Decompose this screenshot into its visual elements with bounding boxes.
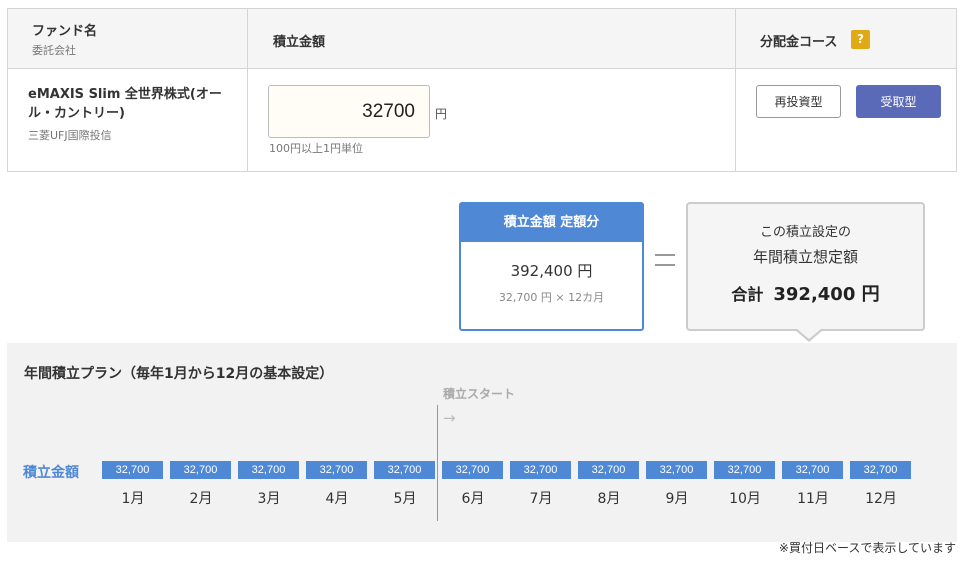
month-amount: 32,700 (306, 461, 367, 479)
receive-button[interactable]: 受取型 (856, 85, 941, 118)
amount-unit: 円 (435, 107, 448, 121)
total-label: 合計 (731, 285, 764, 304)
month-label: 6月 (461, 491, 485, 507)
month-label: 10月 (729, 491, 761, 507)
month-label: 12月 (865, 491, 897, 507)
month-amount: 32,700 (170, 461, 231, 479)
pointer-arrow-fill (797, 329, 821, 339)
month-amount: 32,700 (714, 461, 775, 479)
fixed-amount-value: 392,400 円 (510, 262, 593, 280)
month-item: 32,700 5月 (374, 461, 436, 508)
header-fund-name: ファンド名 (32, 24, 98, 39)
total-value: 392,400 円 (773, 284, 880, 305)
month-item: 32,700 10月 (714, 461, 776, 508)
month-label: 11月 (797, 491, 829, 507)
fund-name: eMAXIS Slim 全世界株式(オール・カントリー) (28, 87, 222, 121)
equals-icon (655, 254, 675, 266)
month-label: 8月 (597, 491, 621, 507)
plan-row-label: 積立金額 (23, 465, 79, 481)
month-item: 32,700 8月 (578, 461, 640, 508)
month-amount: 32,700 (578, 461, 639, 479)
month-amount: 32,700 (850, 461, 911, 479)
fund-company: 三菱UFJ国際投信 (28, 129, 112, 142)
month-label: 1月 (121, 491, 145, 507)
start-divider (437, 405, 438, 521)
month-item: 32,700 9月 (646, 461, 708, 508)
month-item: 32,700 4月 (306, 461, 368, 508)
month-label: 4月 (325, 491, 349, 507)
fixed-amount-box: 積立金額 定額分 392,400 円 32,700 円 × 12カ月 (459, 202, 644, 331)
header-amount: 積立金額 (273, 35, 326, 50)
reinvest-button[interactable]: 再投資型 (756, 85, 841, 118)
total-caption-2: 年間積立想定額 (752, 248, 858, 266)
month-label: 3月 (257, 491, 281, 507)
start-arrow-icon: → (443, 409, 456, 427)
month-amount: 32,700 (510, 461, 571, 479)
month-amount: 32,700 (238, 461, 299, 479)
help-icon[interactable]: ? (851, 30, 870, 49)
month-amount: 32,700 (646, 461, 707, 479)
fund-table: ファンド名 委託会社 積立金額 分配金コース ? eMAXIS Slim 全世界… (7, 8, 957, 172)
month-label: 5月 (393, 491, 417, 507)
month-item: 32,700 6月 (442, 461, 504, 508)
footnote: ※買付日ベースで表示しています (778, 541, 956, 555)
month-amount: 32,700 (374, 461, 435, 479)
annual-total-box: この積立設定の 年間積立想定額 合計 392,400 円 (686, 202, 925, 331)
month-label: 2月 (189, 491, 213, 507)
month-label: 7月 (529, 491, 553, 507)
plan-title: 年間積立プラン（毎年1月から12月の基本設定） (24, 366, 334, 382)
header-course: 分配金コース (760, 35, 838, 50)
amount-input[interactable] (268, 85, 430, 138)
month-item: 32,700 11月 (782, 461, 844, 508)
month-label: 9月 (665, 491, 689, 507)
column-divider (247, 9, 248, 171)
fixed-amount-header: 積立金額 定額分 (461, 204, 642, 242)
month-item: 32,700 12月 (850, 461, 912, 508)
column-divider (735, 9, 736, 171)
fixed-amount-calc: 32,700 円 × 12カ月 (498, 291, 605, 304)
start-label: 積立スタート (443, 387, 516, 401)
month-item: 32,700 3月 (238, 461, 300, 508)
month-amount: 32,700 (442, 461, 503, 479)
month-item: 32,700 1月 (102, 461, 164, 508)
total-line: 合計 392,400 円 (688, 280, 923, 306)
month-amount: 32,700 (782, 461, 843, 479)
month-amount: 32,700 (102, 461, 163, 479)
month-item: 32,700 2月 (170, 461, 232, 508)
amount-hint: 100円以上1円単位 (269, 142, 363, 155)
total-caption-1: この積立設定の (759, 225, 851, 240)
month-item: 32,700 7月 (510, 461, 572, 508)
header-fund-company: 委託会社 (32, 44, 76, 57)
annual-plan: 年間積立プラン（毎年1月から12月の基本設定） 積立スタート → 積立金額 32… (7, 343, 957, 542)
